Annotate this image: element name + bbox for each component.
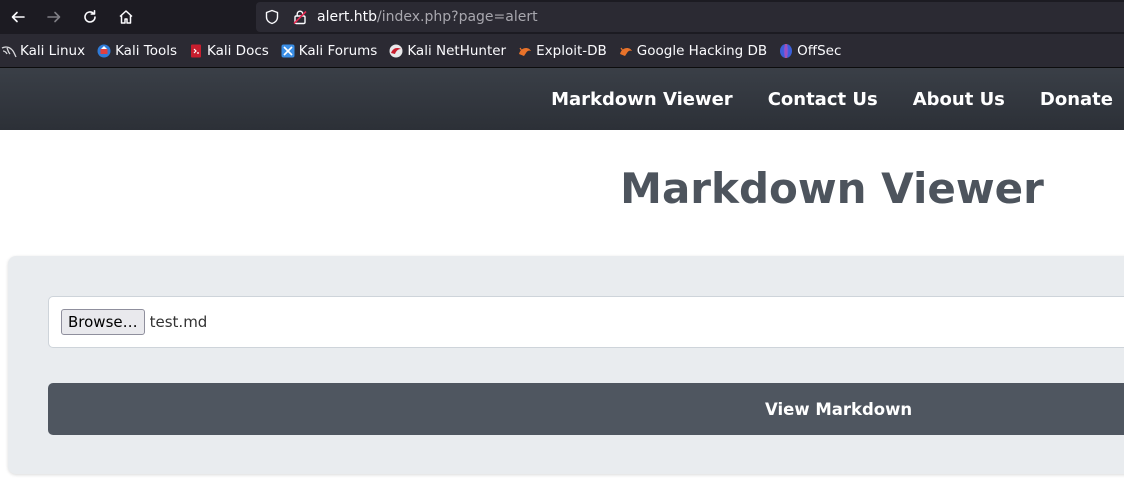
url-bar[interactable]: alert.htb/index.php?page=alert xyxy=(256,2,1124,32)
bookmark-kali-forums[interactable]: Kali Forums xyxy=(280,42,378,59)
page-title: Markdown Viewer xyxy=(620,164,1044,213)
home-icon xyxy=(119,10,133,24)
arrow-right-icon xyxy=(47,11,61,23)
reload-button[interactable] xyxy=(72,0,108,34)
kali-dragon-icon xyxy=(1,43,17,59)
nav-link-markdown-viewer[interactable]: Markdown Viewer xyxy=(551,89,733,110)
nav-link-donate[interactable]: Donate xyxy=(1040,89,1113,110)
nav-link-about-us[interactable]: About Us xyxy=(913,89,1005,110)
url-host: alert.htb xyxy=(317,9,378,25)
bookmarks-bar: Kali Linux Kali Tools Kali Docs Kali For… xyxy=(0,34,1124,68)
forward-button[interactable] xyxy=(36,0,72,34)
reload-icon xyxy=(84,10,96,23)
url-path: /index.php?page=alert xyxy=(377,9,538,25)
bookmark-label: Kali Linux xyxy=(20,42,86,59)
selected-file-name: test.md xyxy=(149,313,208,331)
bookmark-label: Exploit-DB xyxy=(536,42,607,59)
browser-toolbar: alert.htb/index.php?page=alert xyxy=(0,0,1124,34)
url-text[interactable]: alert.htb/index.php?page=alert xyxy=(317,9,538,25)
page-content: Markdown Viewer Contact Us About Us Dona… xyxy=(0,68,1124,483)
bookmark-label: OffSec xyxy=(797,42,842,59)
site-nav: Markdown Viewer Contact Us About Us Dona… xyxy=(0,68,1124,130)
ghdb-icon xyxy=(618,43,634,59)
kali-tools-icon xyxy=(96,43,112,59)
bookmark-label: Kali Tools xyxy=(115,42,177,59)
bookmark-google-hacking-db[interactable]: Google Hacking DB xyxy=(618,43,767,59)
bookmark-label: Kali Forums xyxy=(298,42,378,59)
kali-forums-icon xyxy=(280,43,296,59)
file-input[interactable]: Browse… test.md xyxy=(48,296,1124,348)
bookmark-kali-nethunter[interactable]: Kali NetHunter xyxy=(388,43,506,59)
bookmark-label: Kali Docs xyxy=(207,42,269,59)
browse-button[interactable]: Browse… xyxy=(61,309,145,335)
bookmark-label: Kali NetHunter xyxy=(407,42,507,59)
exploit-db-icon xyxy=(517,43,533,59)
bookmark-offsec[interactable]: OffSec xyxy=(778,43,841,59)
bookmark-kali-tools[interactable]: Kali Tools xyxy=(96,43,177,59)
back-button[interactable] xyxy=(0,0,36,34)
home-button[interactable] xyxy=(108,0,144,34)
arrow-left-icon xyxy=(11,11,25,23)
bookmark-exploit-db[interactable]: Exploit-DB xyxy=(517,43,607,59)
bookmark-kali-linux[interactable]: Kali Linux xyxy=(1,43,85,59)
kali-docs-icon xyxy=(188,43,204,59)
insecure-lock-icon[interactable] xyxy=(292,9,308,25)
offsec-icon xyxy=(778,43,794,59)
view-markdown-button[interactable]: View Markdown xyxy=(48,383,1124,435)
kali-nethunter-icon xyxy=(388,43,404,59)
nav-link-contact-us[interactable]: Contact Us xyxy=(768,89,878,110)
upload-form-panel: Browse… test.md View Markdown xyxy=(8,256,1124,474)
bookmark-kali-docs[interactable]: Kali Docs xyxy=(188,43,269,59)
tracking-shield-icon[interactable] xyxy=(264,9,280,25)
bookmark-label: Google Hacking DB xyxy=(636,42,768,59)
